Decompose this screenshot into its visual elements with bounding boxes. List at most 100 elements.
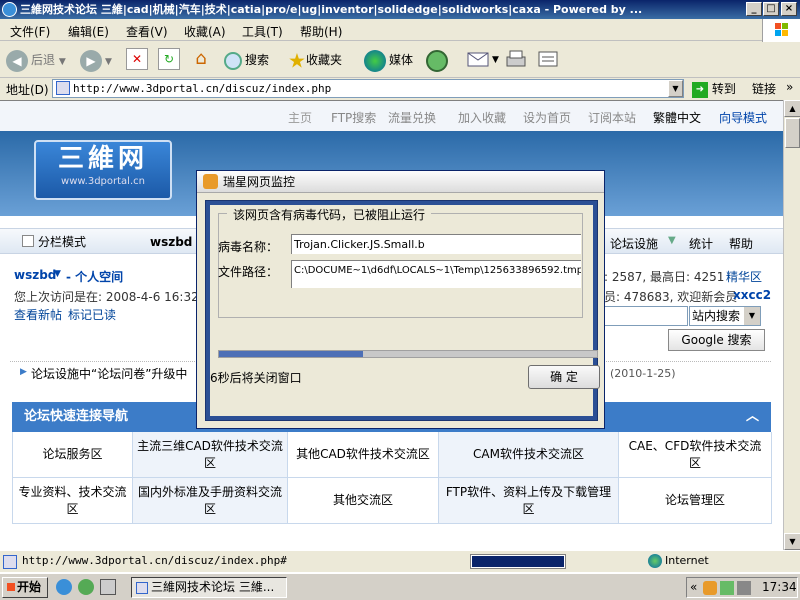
back-button[interactable]: ◀ 后退 ▼ [6,48,66,72]
refresh-icon[interactable]: ↻ [158,48,180,70]
menu-file[interactable]: 文件(F) [10,23,50,40]
close-button[interactable]: × [781,2,797,16]
facilities-dropdown-icon[interactable]: ▼ [668,235,676,246]
nav-add-favorite[interactable]: 加入收藏 [458,109,506,126]
quick-nav-cell[interactable]: 其他CAD软件技术交流区 [288,432,439,478]
menu-help[interactable]: 帮助(H) [300,23,342,40]
countdown-text: 6秒后将关闭窗口 [210,371,302,385]
edit-button[interactable] [536,48,560,70]
favorites-label: 收藏夹 [305,53,342,67]
quick-nav-cell[interactable]: 论坛管理区 [619,478,772,524]
quicklaunch-media-icon[interactable] [78,579,94,595]
help-link[interactable]: 帮助 [729,235,753,252]
search-icon [224,51,242,70]
quicklaunch-desktop-icon[interactable] [100,579,116,595]
dialog-frame: 该网页含有病毒代码，已被阻止运行 病毒名称： Trojan.Clicker.JS… [205,200,600,421]
nav-subscribe[interactable]: 订阅本站 [588,109,636,126]
menu-favorites[interactable]: 收藏(A) [184,23,226,40]
split-mode-checkbox[interactable] [22,235,34,247]
virus-name-field[interactable]: Trojan.Clicker.JS.Small.b [291,234,581,254]
new-member-link[interactable]: xxcc2 [733,288,771,302]
site-logo[interactable]: 三維网 www.3dportal.cn [34,140,172,200]
search-button[interactable]: 搜索 [224,48,269,72]
home-icon[interactable]: ⌂ [190,48,212,70]
elite-link[interactable]: 精华区 [726,268,762,285]
nav-traffic-exchange[interactable]: 流量兑换 [388,109,436,126]
tray-expand-icon[interactable]: « [690,578,697,597]
nav-home[interactable]: 主页 [288,109,312,126]
collapse-icon[interactable]: ︿ [746,402,759,432]
navbar-username[interactable]: wszbd [150,235,192,249]
stop-icon[interactable]: ✕ [126,48,148,70]
links-label[interactable]: 链接 [752,80,776,97]
user-dropdown-icon[interactable]: ▼ [54,269,61,279]
nav-wizard-mode[interactable]: 向导模式 [719,109,767,126]
quick-nav-cell[interactable]: 论坛服务区 [13,432,133,478]
maximize-button[interactable]: □ [763,2,779,16]
links-more-icon[interactable]: » [786,80,793,94]
media-button[interactable]: 媒体 [364,48,413,72]
quick-nav-grid: 论坛服务区 主流三维CAD软件技术交流区 其他CAD软件技术交流区 CAM软件技… [12,432,772,524]
printer-icon [506,50,526,67]
go-button[interactable]: ➜ 转到 [692,80,736,98]
mail-dropdown-icon[interactable]: ▼ [492,48,499,72]
task-page-icon [136,581,148,594]
file-path-field[interactable]: C:\DOCUME~1\d6df\LOCALS~1\Temp\125633896… [291,260,581,288]
start-button[interactable]: 开始 [2,577,48,598]
quick-nav-cell[interactable]: 主流三维CAD软件技术交流区 [133,432,288,478]
quicklaunch-ie-icon[interactable] [56,579,72,595]
nav-traditional-chinese[interactable]: 繁體中文 [653,109,701,126]
personal-space-link[interactable]: - 个人空间 [66,268,123,285]
google-search-button[interactable]: Google 搜索 [668,329,765,351]
username-link[interactable]: wszbd [14,268,56,282]
favorites-button[interactable]: ★收藏夹 [288,48,342,73]
split-mode-label[interactable]: 分栏模式 [38,233,86,250]
start-label: 开始 [17,580,42,594]
history-button[interactable] [426,48,451,72]
menu-tools[interactable]: 工具(T) [242,23,283,40]
scroll-thumb[interactable] [785,118,800,148]
quick-nav-cell[interactable]: FTP软件、资料上传及下载管理区 [439,478,619,524]
quick-nav-cell[interactable]: CAM软件技术交流区 [439,432,619,478]
nav-ftp-search[interactable]: FTP搜索 [331,109,376,126]
mail-button[interactable] [466,48,492,70]
address-label: 地址(D) [6,83,49,97]
taskbar-ie-window[interactable]: 三維网技术论坛 三維... [131,577,287,598]
menu-edit[interactable]: 编辑(E) [68,23,109,40]
media-label: 媒体 [389,53,414,67]
quick-nav-cell[interactable]: 国内外标准及手册资料交流区 [133,478,288,524]
status-progress [470,554,566,569]
rising-tray-icon[interactable] [703,581,717,595]
quick-nav-cell[interactable]: 其他交流区 [288,478,439,524]
forum-facilities-menu[interactable]: 论坛设施 [610,235,658,252]
scroll-down-icon[interactable]: ▼ [784,533,800,550]
stats-link[interactable]: 统计 [689,235,713,252]
back-dropdown-icon: ▼ [58,57,66,67]
vertical-scrollbar[interactable]: ▲ ▼ [783,100,800,550]
view-new-posts-link[interactable]: 查看新帖 [14,306,62,323]
forward-button[interactable]: ▶ ▼ [80,48,112,72]
quick-nav-cell[interactable]: 专业资料、技术交流区 [13,478,133,524]
address-input[interactable]: http://www.3dportal.cn/discuz/index.php [52,79,684,98]
scroll-up-icon[interactable]: ▲ [784,100,800,117]
address-dropdown-icon[interactable]: ▼ [668,80,683,97]
mail-icon [467,52,489,67]
volume-tray-icon[interactable] [737,581,751,595]
clock[interactable]: 17:34 [762,578,797,597]
search-scope-select[interactable]: 站内搜索 ▼ [689,306,761,326]
window-title-bar[interactable]: 三維网技术论坛 三維|cad|机械|汽车|技术|catia|pro/e|ug|i… [0,0,800,19]
go-arrow-icon: ➜ [692,81,708,98]
print-button[interactable] [504,48,528,70]
search-scope-value: 站内搜索 [692,309,741,323]
quick-nav-cell[interactable]: CAE、CFD软件技术交流区 [619,432,772,478]
site-search-input[interactable] [604,306,688,326]
menu-view[interactable]: 查看(V) [126,23,168,40]
network-tray-icon[interactable] [720,581,734,595]
nav-set-homepage[interactable]: 设为首页 [523,109,571,126]
dialog-title-bar[interactable]: 瑞星网页监控 [197,171,604,193]
mark-read-link[interactable]: 标记已读 [68,306,116,323]
ok-button[interactable]: 确 定 [528,365,600,389]
select-dropdown-icon: ▼ [744,307,760,325]
minimize-button[interactable]: _ [746,2,762,16]
announcement-link[interactable]: 论坛设施中“论坛问卷”升级中 [31,365,187,382]
